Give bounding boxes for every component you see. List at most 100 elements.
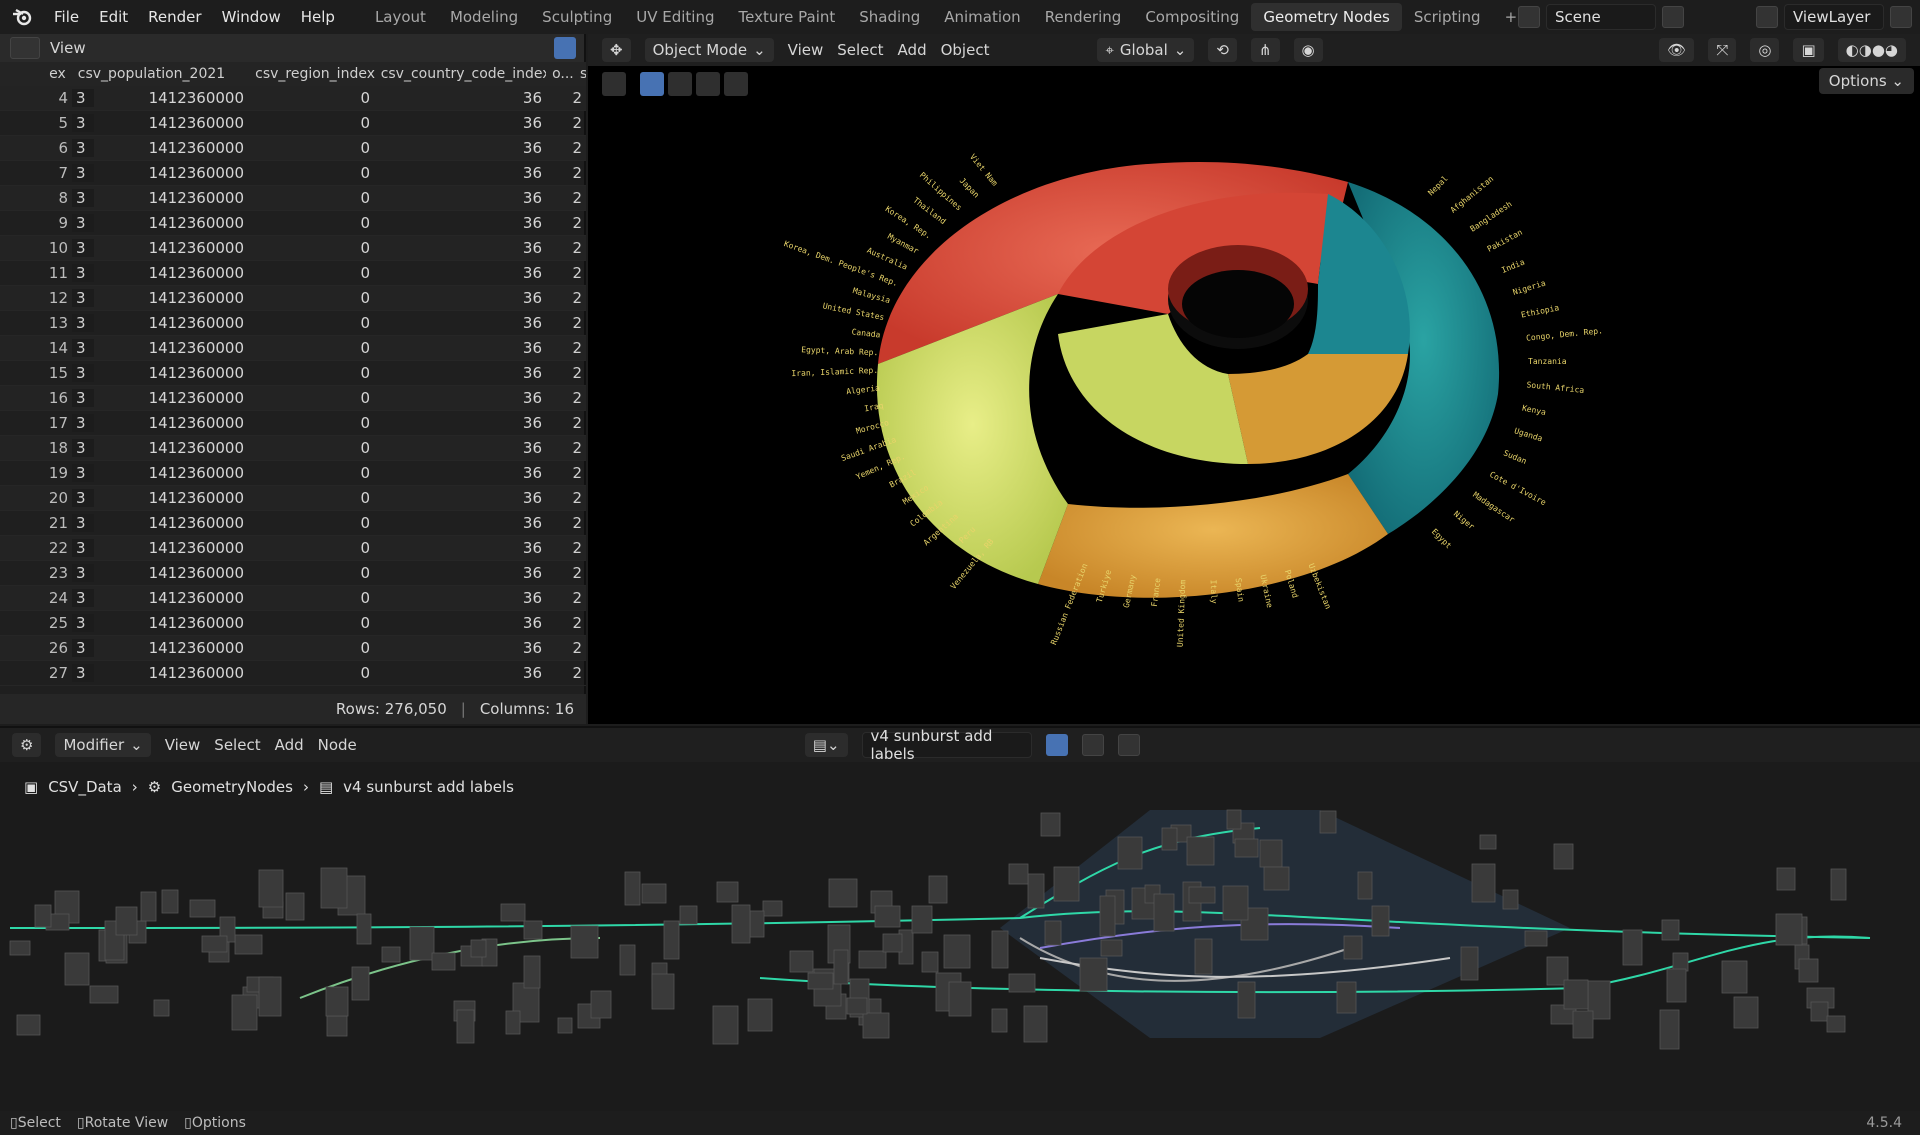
node[interactable] — [285, 892, 305, 921]
viewport-options-button[interactable]: Options ⌄ — [1818, 68, 1914, 94]
node[interactable] — [1008, 973, 1036, 993]
node[interactable] — [828, 878, 858, 908]
node-tree-name[interactable]: v4 sunburst add labels — [861, 727, 1032, 763]
node[interactable] — [663, 920, 680, 960]
tab-uv-editing[interactable]: UV Editing — [624, 3, 726, 31]
node[interactable] — [1666, 968, 1687, 1003]
tab-rendering[interactable]: Rendering — [1033, 3, 1134, 31]
node[interactable] — [351, 966, 370, 1001]
node[interactable] — [943, 934, 971, 969]
node[interactable] — [651, 973, 675, 1010]
node[interactable] — [1672, 952, 1689, 972]
node[interactable] — [1826, 1015, 1846, 1033]
node[interactable] — [570, 925, 599, 959]
node[interactable] — [1460, 946, 1479, 981]
node[interactable] — [991, 1008, 1008, 1033]
node[interactable] — [1343, 935, 1363, 960]
node-menu-add[interactable]: Add — [275, 736, 304, 754]
node[interactable] — [189, 899, 216, 918]
proportional-edit-icon[interactable]: ◉ — [1293, 38, 1323, 62]
node[interactable] — [1040, 812, 1061, 837]
node[interactable] — [431, 952, 456, 971]
node[interactable] — [1319, 810, 1337, 834]
node[interactable] — [1357, 871, 1373, 900]
node[interactable] — [590, 990, 612, 1019]
gizmo-icon[interactable]: ⤧ — [1708, 38, 1737, 62]
node[interactable] — [89, 985, 119, 1004]
mode-selector[interactable]: Object Mode ⌄ — [644, 38, 774, 62]
node[interactable] — [1733, 996, 1759, 1029]
pivot-icon[interactable]: ⟲ — [1208, 38, 1237, 62]
tab-layout[interactable]: Layout — [363, 3, 438, 31]
view-layer-icon[interactable] — [1756, 6, 1778, 28]
xray-icon[interactable]: ▣ — [1793, 38, 1824, 62]
filter-icon[interactable] — [554, 37, 576, 59]
node[interactable] — [762, 900, 783, 917]
node[interactable] — [1810, 1001, 1829, 1022]
node[interactable] — [1023, 1005, 1048, 1043]
select-intersect-icon[interactable] — [724, 72, 748, 96]
node[interactable] — [34, 904, 52, 928]
blender-logo-icon[interactable] — [0, 8, 44, 26]
node[interactable] — [991, 930, 1009, 969]
node[interactable] — [557, 1017, 573, 1034]
node[interactable] — [325, 986, 349, 1017]
node-menu-node[interactable]: Node — [318, 736, 357, 754]
column-header[interactable]: csv_country_code_index — [375, 66, 546, 82]
select-tool-icon[interactable] — [602, 72, 626, 96]
fake-user-shield-icon[interactable] — [1045, 734, 1068, 756]
menu-window[interactable]: Window — [212, 8, 291, 26]
node[interactable] — [1161, 827, 1178, 851]
visibility-icon[interactable]: 👁 — [1659, 38, 1695, 62]
node[interactable] — [258, 869, 284, 908]
node[interactable] — [523, 955, 541, 989]
node[interactable] — [201, 935, 228, 953]
node[interactable] — [161, 889, 179, 914]
view-layer-field[interactable]: ViewLayer — [1784, 4, 1884, 30]
node[interactable] — [882, 933, 903, 953]
node[interactable] — [1226, 809, 1242, 830]
select-extend-icon[interactable] — [668, 72, 692, 96]
node[interactable] — [624, 871, 641, 906]
node[interactable] — [1622, 929, 1643, 966]
node[interactable] — [1263, 866, 1290, 891]
node[interactable] — [153, 999, 170, 1017]
spreadsheet-view-menu[interactable]: View — [50, 39, 86, 57]
new-scene-icon[interactable] — [1662, 6, 1684, 28]
node[interactable] — [1153, 893, 1175, 932]
viewport-menu-object[interactable]: Object — [941, 41, 990, 59]
node[interactable] — [1502, 889, 1519, 910]
node-menu-view[interactable]: View — [165, 736, 201, 754]
node[interactable] — [1188, 886, 1216, 904]
scene-icon[interactable] — [1518, 6, 1540, 28]
node[interactable] — [1830, 868, 1847, 901]
node[interactable] — [1776, 867, 1796, 891]
column-header[interactable]: o... — [546, 66, 574, 82]
editor-type-icon[interactable] — [10, 37, 40, 59]
tab-texture-paint[interactable]: Texture Paint — [726, 3, 847, 31]
node[interactable] — [1524, 930, 1548, 947]
node[interactable] — [911, 905, 933, 934]
node[interactable] — [1471, 863, 1496, 903]
node[interactable] — [731, 904, 751, 944]
node[interactable] — [858, 950, 887, 969]
column-header[interactable]: csv_region_index — [249, 66, 375, 82]
node-graph[interactable] — [0, 788, 1920, 1088]
node[interactable] — [846, 997, 868, 1015]
node[interactable] — [712, 1005, 739, 1045]
column-header[interactable]: ex — [0, 66, 72, 82]
node[interactable] — [921, 951, 939, 973]
viewport-menu-add[interactable]: Add — [898, 41, 927, 59]
filter-selected-icon[interactable] — [522, 37, 544, 59]
menu-render[interactable]: Render — [138, 8, 211, 26]
node[interactable] — [16, 1014, 41, 1036]
menu-file[interactable]: File — [44, 8, 89, 26]
node[interactable] — [874, 905, 901, 928]
node[interactable] — [1234, 838, 1259, 858]
node[interactable] — [456, 1009, 475, 1044]
node-editor-type-selector[interactable]: Modifier ⌄ — [55, 733, 151, 757]
node[interactable] — [1336, 981, 1357, 1014]
column-header[interactable]: csv_population_2021 — [72, 66, 249, 82]
node[interactable] — [1572, 1010, 1594, 1039]
node[interactable] — [140, 891, 157, 922]
